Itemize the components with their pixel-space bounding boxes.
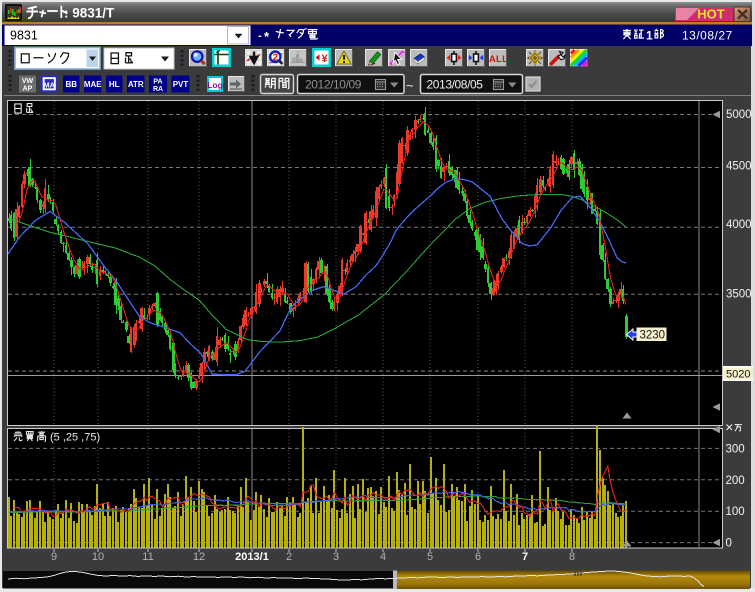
svg-text:200: 200 [726, 475, 745, 487]
svg-text:2013/1: 2013/1 [235, 551, 269, 563]
svg-text:¥: ¥ [321, 53, 328, 65]
svg-text:PA: PA [153, 79, 162, 86]
svg-text:4: 4 [380, 551, 386, 563]
svg-text:7: 7 [522, 551, 528, 563]
svg-text:5: 5 [427, 551, 433, 563]
svg-text:5020: 5020 [726, 369, 750, 381]
svg-text:MA: MA [43, 80, 55, 89]
svg-text:300: 300 [726, 443, 745, 455]
svg-text:2: 2 [273, 53, 279, 64]
svg-text:100: 100 [726, 506, 745, 518]
svg-text:12: 12 [193, 551, 205, 563]
svg-text:PVT: PVT [173, 80, 189, 89]
svg-text:2013/08/05: 2013/08/05 [427, 78, 484, 92]
svg-text:2: 2 [286, 551, 292, 563]
svg-text:3230: 3230 [640, 330, 666, 342]
svg-text:ALL: ALL [489, 54, 508, 65]
svg-text:2012/10/09: 2012/10/09 [305, 78, 362, 92]
svg-text:8: 8 [569, 551, 575, 563]
svg-text:6: 6 [475, 551, 481, 563]
svg-text:ATR: ATR [128, 80, 144, 89]
svg-text:4000: 4000 [726, 219, 752, 231]
svg-text:(5 ,25 ,75): (5 ,25 ,75) [50, 432, 100, 444]
svg-text:VW: VW [22, 78, 34, 85]
svg-text:9831: 9831 [10, 29, 38, 43]
svg-text:4500: 4500 [726, 161, 752, 173]
svg-text:13/08/27: 13/08/27 [682, 29, 733, 43]
svg-text:3500: 3500 [726, 288, 752, 300]
svg-text:HOT: HOT [697, 7, 725, 22]
svg-text:3: 3 [333, 551, 339, 563]
svg-text:1: 1 [646, 29, 653, 43]
svg-text:Log: Log [207, 80, 223, 90]
svg-text:5000: 5000 [726, 109, 752, 121]
svg-text:-: - [258, 30, 262, 42]
svg-text:: 9831/T: : 9831/T [64, 6, 115, 21]
svg-text:AP: AP [23, 86, 33, 93]
svg-text:0: 0 [726, 538, 732, 550]
svg-text:BB: BB [65, 80, 77, 89]
svg-text:HL: HL [109, 80, 120, 89]
svg-text:~: ~ [406, 78, 414, 93]
svg-text:9: 9 [51, 551, 57, 563]
svg-text:MAE: MAE [84, 80, 102, 89]
svg-text:11: 11 [142, 551, 153, 563]
svg-text:10: 10 [92, 551, 104, 563]
svg-text:RA: RA [153, 86, 163, 93]
